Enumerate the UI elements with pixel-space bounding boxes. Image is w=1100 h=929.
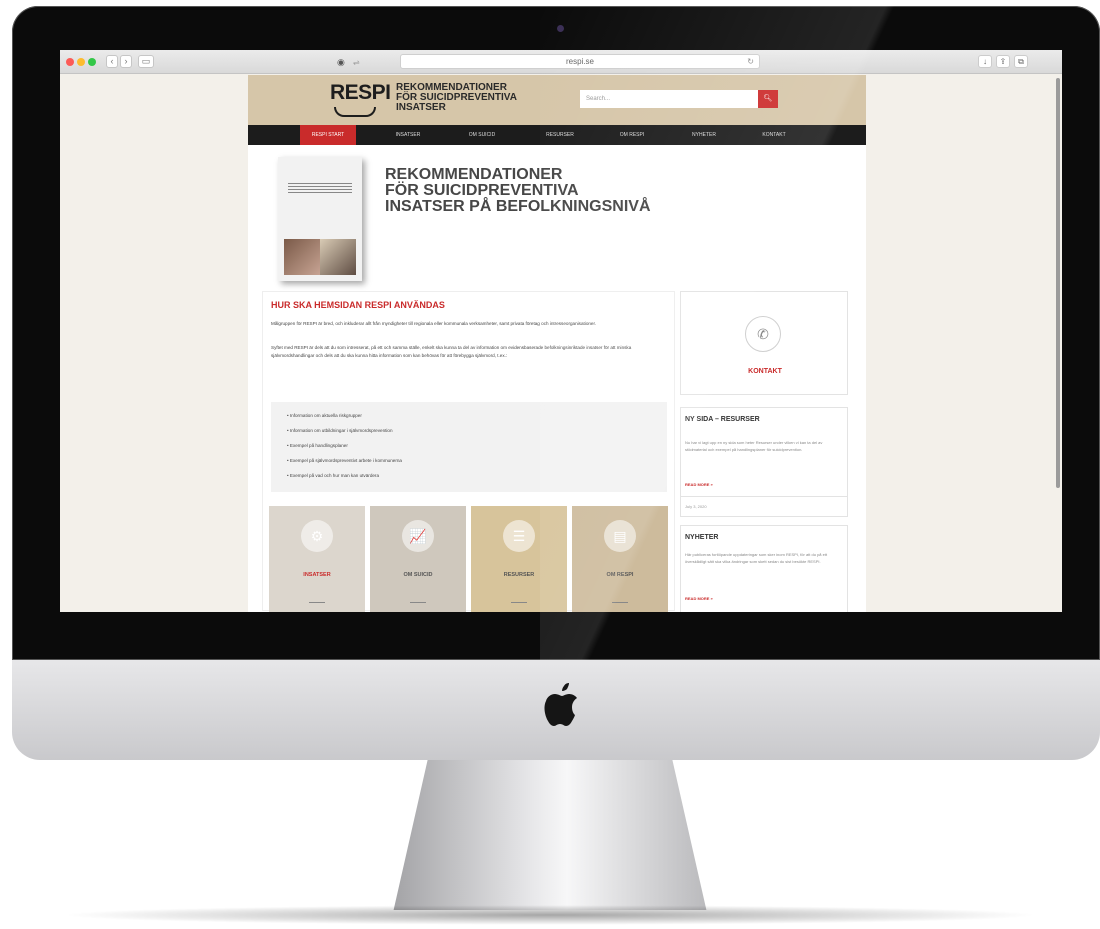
tile-divider — [410, 602, 426, 603]
camera-dot — [557, 25, 564, 32]
tile-insatser[interactable]: ⚙ INSATSER — [269, 506, 365, 612]
howto-panel: HUR SKA HEMSIDAN RESPI ANVÄNDAS Målgrupp… — [262, 291, 675, 612]
post-date: July 3, 2020 — [685, 504, 707, 509]
nav-item-om-suicid[interactable]: OM SUICID — [460, 125, 504, 145]
tile-divider — [612, 602, 628, 603]
tile-resurser[interactable]: ☰ RESURSER — [471, 506, 567, 612]
nav-item-kontakt[interactable]: KONTAKT — [752, 125, 796, 145]
post-excerpt: Nu har vi lagt upp en ny sida som heter … — [685, 440, 823, 452]
main-navigation: RESPI START INSATSER OM SUICID RESURSER … — [248, 125, 866, 145]
gears-icon: ⚙ — [301, 520, 333, 552]
search-button[interactable]: 🔍︎ — [758, 90, 778, 108]
tile-label: INSATSER — [303, 572, 331, 578]
report-cover-photo-left — [284, 239, 320, 275]
post-divider — [681, 496, 847, 497]
list-item-text: Information om utbildningar i självmords… — [289, 428, 393, 433]
hero-title: REKOMMENDATIONER FÖR SUICIDPREVENTIVA IN… — [385, 167, 685, 215]
apple-logo-shape — [544, 683, 577, 726]
screen: ‹ › ▭ ◉ ⇌ respi.se ↻ ↓ ⇪ ⧉ RESPI REKOMME… — [60, 50, 1062, 612]
hero-section: REKOMMENDATIONER FÖR SUICIDPREVENTIVA IN… — [248, 145, 866, 291]
logo-smile-shape — [334, 107, 376, 117]
tile-divider — [309, 602, 325, 603]
forward-button[interactable]: › — [120, 55, 132, 68]
imac-stand-shadow — [60, 905, 1040, 925]
list-item-text: Exempel på självmordspreventivt arbete i… — [289, 458, 402, 463]
hero-title-line-2: FÖR SUICIDPREVENTIVA — [385, 182, 579, 199]
website: RESPI REKOMMENDATIONER FÖR SUICIDPREVENT… — [248, 75, 866, 612]
list-item: • Exempel på vad och hur man kan utvärde… — [287, 473, 380, 478]
sidebar-toggle-button[interactable]: ▭ — [138, 55, 154, 68]
kontakt-label[interactable]: KONTAKT — [681, 368, 849, 375]
search-input[interactable]: Search... — [580, 90, 758, 108]
download-icon[interactable]: ↓ — [978, 55, 992, 68]
site-header: RESPI REKOMMENDATIONER FÖR SUICIDPREVENT… — [248, 75, 866, 125]
report-cover-image — [278, 157, 362, 281]
tile-label: RESURSER — [503, 572, 535, 578]
browser-toolbar: ‹ › ▭ ◉ ⇌ respi.se ↻ ↓ ⇪ ⧉ — [60, 50, 1062, 74]
tile-om-respi[interactable]: ▤ OM RESPI — [572, 506, 668, 612]
phone-icon: ✆ — [745, 316, 781, 352]
chart-icon: 📈 — [402, 520, 434, 552]
list-item: • Exempel på självmordspreventivt arbete… — [287, 458, 402, 463]
address-bar[interactable]: ◉ ⇌ respi.se ↻ — [337, 54, 760, 69]
apple-logo-icon — [537, 680, 587, 730]
news-post-resurser: NY SIDA – RESURSER Nu har vi lagt upp en… — [680, 407, 848, 517]
logo-subtitle-line-3: INSATSER — [396, 102, 446, 113]
tile-label: OM SUICID — [403, 572, 433, 578]
howto-title: HUR SKA HEMSIDAN RESPI ANVÄNDAS — [271, 300, 445, 310]
shield-icon[interactable]: ◉ — [337, 56, 345, 69]
hero-title-line-3: INSATSER PÅ BEFOLKNINGSNIVÅ — [385, 198, 651, 215]
list-item-text: Exempel på vad och hur man kan utvärdera — [289, 473, 380, 478]
tile-divider — [511, 602, 527, 603]
logo-subtitle: REKOMMENDATIONER FÖR SUICIDPREVENTIVA IN… — [396, 83, 517, 113]
kontakt-widget[interactable]: ✆ KONTAKT — [680, 291, 848, 395]
hero-title-line-1: REKOMMENDATIONER — [385, 166, 563, 183]
list-item: • Information om aktuella riskgrupper — [287, 413, 362, 418]
list-item-text: Exempel på handlingsplaner — [289, 443, 348, 448]
nav-item-respi-start[interactable]: RESPI START — [300, 125, 356, 145]
tile-om-suicid[interactable]: 📈 OM SUICID — [370, 506, 466, 612]
extension-icon[interactable]: ⇌ — [353, 56, 360, 69]
share-icon[interactable]: ⇪ — [996, 55, 1010, 68]
list-icon: ☰ — [503, 520, 535, 552]
respi-logo[interactable]: RESPI — [330, 81, 391, 105]
reload-icon[interactable]: ↻ — [747, 55, 754, 68]
tabs-icon[interactable]: ⧉ — [1014, 55, 1028, 68]
news-post-nyheter: NYHETER Här publiceras fortlöpande uppda… — [680, 525, 848, 612]
read-more-link[interactable]: READ MORE » — [685, 482, 713, 487]
post-excerpt: Här publiceras fortlöpande uppdateringar… — [685, 552, 828, 564]
howto-list: • Information om aktuella riskgrupper • … — [271, 402, 667, 492]
nav-item-resurser[interactable]: RESURSER — [538, 125, 582, 145]
page-scrollbar[interactable] — [1056, 78, 1060, 488]
maximize-window-button[interactable] — [88, 58, 96, 66]
search-icon: 🔍︎ — [763, 95, 773, 102]
report-cover-text-lines — [288, 183, 352, 193]
post-title[interactable]: NY SIDA – RESURSER — [685, 416, 760, 423]
howto-paragraph-2: Syftet med RESPI är dels att du som intr… — [271, 345, 632, 358]
book-icon: ▤ — [604, 520, 636, 552]
post-title[interactable]: NYHETER — [685, 534, 718, 541]
list-item: • Information om utbildningar i självmor… — [287, 428, 393, 433]
list-item-text: Information om aktuella riskgrupper — [289, 413, 362, 418]
nav-item-nyheter[interactable]: NYHETER — [682, 125, 726, 145]
nav-item-om-respi[interactable]: OM RESPI — [612, 125, 652, 145]
page-background-right — [866, 75, 1062, 612]
imac-stand — [393, 760, 707, 910]
back-button[interactable]: ‹ — [106, 55, 118, 68]
url-text: respi.se — [565, 57, 594, 66]
howto-paragraph-1: Målgruppen för RESPI är bred, och inklud… — [271, 321, 597, 326]
tile-label: OM RESPI — [606, 572, 634, 578]
nav-item-insatser[interactable]: INSATSER — [388, 125, 428, 145]
category-tiles: ⚙ INSATSER 📈 OM SUICID ☰ RESURSER ▤ OM R… — [269, 506, 669, 612]
list-item: • Exempel på handlingsplaner — [287, 443, 348, 448]
read-more-link[interactable]: READ MORE » — [685, 596, 713, 601]
close-window-button[interactable] — [66, 58, 74, 66]
minimize-window-button[interactable] — [77, 58, 85, 66]
report-cover-photo-right — [320, 239, 356, 275]
